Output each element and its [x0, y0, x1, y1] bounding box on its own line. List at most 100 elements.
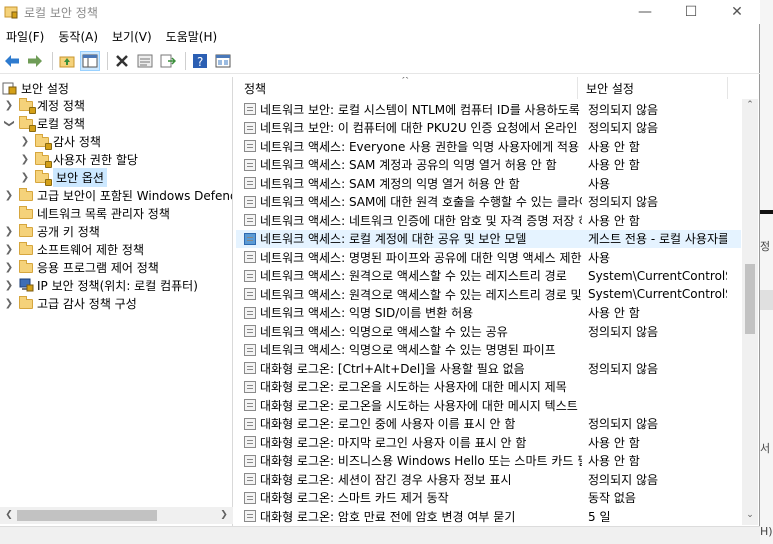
maximize-button[interactable]: ☐ — [668, 0, 714, 24]
folder-lock-icon — [34, 134, 52, 150]
chevron-right-icon[interactable]: ❯ — [4, 100, 14, 111]
table-row[interactable]: 대화형 로그온: 로그인 중에 사용자 이름 표시 안 함 정의되지 않음 — [236, 415, 741, 434]
chevron-right-icon[interactable]: ❯ — [4, 226, 14, 237]
table-row[interactable]: 대화형 로그온: 로그온을 시도하는 사용자에 대한 메시지 제목 — [236, 378, 741, 397]
folder-icon — [18, 224, 34, 238]
help-icon: ? — [193, 53, 207, 68]
table-row[interactable]: 대화형 로그온: 마지막 로그인 사용자 이름 표시 안 함 사용 안 함 — [236, 433, 741, 452]
menu-action[interactable]: 동작(A) — [52, 26, 104, 46]
chevron-right-icon[interactable]: ❯ — [20, 154, 30, 165]
policy-name: 대화형 로그온: 마지막 로그인 사용자 이름 표시 안 함 — [260, 435, 527, 450]
policy-icon — [244, 510, 256, 523]
table-row[interactable]: 네트워크 보안: 이 컴퓨터에 대한 PKU2U 인증 요청에서 온라인 ID를… — [236, 119, 741, 138]
table-row[interactable]: 네트워크 액세스: 원격으로 액세스할 수 있는 레지스트리 경로 및 하위 경… — [236, 285, 741, 304]
list-vertical-scrollbar[interactable]: ⌃ ⌄ — [742, 99, 758, 525]
policy-name: 네트워크 액세스: 익명으로 액세스할 수 있는 공유 — [260, 324, 508, 339]
tree-item-windows-defender-firewall[interactable]: ❯ 고급 보안이 포함된 Windows Defender 방화벽 — [4, 186, 232, 204]
tree-item-security-options[interactable]: ❯ 보안 옵션 — [20, 167, 107, 187]
menu-view[interactable]: 보기(V) — [106, 26, 158, 46]
policy-name: 네트워크 보안: 로컬 시스템이 NTLM에 컴퓨터 ID를 사용하도록 허용 — [260, 102, 582, 117]
table-row[interactable]: 네트워크 보안: 로컬 시스템이 NTLM에 컴퓨터 ID를 사용하도록 허용 정… — [236, 100, 741, 119]
column-header-policy[interactable]: ^ 정책 — [236, 77, 578, 99]
policy-name: 네트워크 액세스: 원격으로 액세스할 수 있는 레지스트리 경로 — [260, 269, 567, 284]
export-list-button[interactable] — [158, 51, 178, 71]
tree-item-ip-security[interactable]: ❯ IP 보안 정책(위치: 로컬 컴퓨터) — [4, 276, 198, 294]
view-button[interactable] — [213, 51, 233, 71]
chevron-down-icon[interactable]: ❯ — [4, 118, 15, 128]
chevron-right-icon[interactable]: ❯ — [20, 136, 30, 147]
tree-item-network-list-manager[interactable]: 네트워크 목록 관리자 정책 — [4, 204, 170, 222]
policy-setting: System\CurrentControlSet\Control — [588, 268, 727, 283]
folder-lock-icon — [18, 98, 36, 114]
scroll-up-icon[interactable]: ⌃ — [743, 99, 757, 112]
properties-button[interactable] — [135, 51, 155, 71]
scrollbar-thumb[interactable] — [745, 264, 755, 334]
table-row[interactable]: 네트워크 액세스: SAM 계정과 공유의 익명 열거 허용 안 함 사용 안 함 — [236, 156, 741, 175]
chevron-right-icon[interactable]: ❯ — [4, 280, 14, 291]
title-bar[interactable]: 로컬 보안 정책 — ☐ ✕ — [0, 0, 760, 24]
help-button[interactable]: ? — [190, 51, 210, 71]
table-row[interactable]: 네트워크 액세스: 익명으로 액세스할 수 있는 공유 정의되지 않음 — [236, 322, 741, 341]
tree-item-public-key-policies[interactable]: ❯ 공개 키 정책 — [4, 222, 100, 240]
scroll-left-icon[interactable]: ❮ — [2, 509, 16, 522]
tree-item-label: 공개 키 정책 — [37, 224, 100, 239]
tree-item-software-restriction[interactable]: ❯ 소프트웨어 제한 정책 — [4, 240, 144, 258]
up-folder-button[interactable] — [57, 51, 77, 71]
policy-list-pane[interactable]: ^ 정책 보안 설정 네트워크 보안: 로컬 시스템이 NTLM에 컴퓨터 ID… — [236, 77, 758, 525]
folder-lock-icon — [34, 152, 52, 168]
table-row[interactable]: 대화형 로그온: 암호 만료 전에 암호 변경 여부 묻기 5 일 — [236, 507, 741, 525]
table-row[interactable]: 네트워크 액세스: 명명된 파이프와 공유에 대한 익명 액세스 제한 사용 — [236, 248, 741, 267]
menu-file[interactable]: 파일(F) — [0, 26, 50, 46]
tree-item-account-policies[interactable]: ❯ 계정 정책 — [4, 96, 85, 114]
tree-item-local-policies[interactable]: ❯ 로컬 정책 — [4, 114, 85, 132]
tree-item-label: 감사 정책 — [53, 134, 101, 149]
ip-security-icon — [18, 278, 34, 292]
tree-item-audit-policy[interactable]: ❯ 감사 정책 — [20, 132, 101, 150]
tree-item-application-control[interactable]: ❯ 응용 프로그램 제어 정책 — [4, 258, 159, 276]
chevron-right-icon[interactable]: ❯ — [4, 298, 14, 309]
tree-item-security-settings[interactable]: 보안 설정 — [2, 79, 69, 97]
security-settings-icon — [2, 81, 18, 95]
minimize-button[interactable]: — — [622, 0, 668, 24]
tree-item-advanced-audit[interactable]: ❯ 고급 감사 정책 구성 — [4, 294, 137, 312]
delete-button[interactable] — [112, 51, 132, 71]
menu-help[interactable]: 도움말(H) — [160, 26, 224, 46]
table-row[interactable]: 네트워크 액세스: 익명으로 액세스할 수 있는 명명된 파이프 — [236, 341, 741, 360]
chevron-right-icon[interactable]: ❯ — [4, 190, 14, 201]
table-row[interactable]: 네트워크 액세스: 네트워크 인증에 대한 암호 및 자격 증명 저장 허용 안… — [236, 211, 741, 230]
tree-horizontal-scrollbar[interactable]: ❮ ❯ — [0, 507, 233, 524]
policy-name: 대화형 로그온: 비즈니스용 Windows Hello 또는 스마트 카드 필… — [260, 454, 582, 469]
toolbar-separator — [185, 51, 186, 70]
table-row[interactable]: 네트워크 액세스: Everyone 사용 권한을 익명 사용자에게 적용 사용 … — [236, 137, 741, 156]
table-row[interactable]: 네트워크 액세스: 로컬 계정에 대한 공유 및 보안 모델 게스트 전용 - 로… — [236, 229, 741, 248]
policy-icon — [244, 140, 256, 153]
forward-button[interactable] — [25, 51, 45, 71]
show-tree-button[interactable] — [80, 50, 100, 71]
scroll-down-icon[interactable]: ⌄ — [743, 509, 757, 522]
table-row[interactable]: 대화형 로그온: 로그온을 시도하는 사용자에 대한 메시지 텍스트 — [236, 396, 741, 415]
chevron-right-icon[interactable]: ❯ — [4, 244, 14, 255]
policy-setting: 5 일 — [588, 509, 611, 524]
table-row[interactable]: 대화형 로그온: [Ctrl+Alt+Del]을 사용할 필요 없음 정의되지 않… — [236, 359, 741, 378]
chevron-right-icon[interactable]: ❯ — [4, 262, 14, 273]
background-window — [760, 0, 773, 544]
table-row[interactable]: 대화형 로그온: 세션이 잠긴 경우 사용자 정보 표시 정의되지 않음 — [236, 470, 741, 489]
table-row[interactable]: 네트워크 액세스: SAM 계정의 익명 열거 허용 안 함 사용 — [236, 174, 741, 193]
policy-setting: 정의되지 않음 — [588, 324, 659, 339]
table-row[interactable]: 대화형 로그온: 비즈니스용 Windows Hello 또는 스마트 카드 필… — [236, 452, 741, 471]
policy-setting: 사용 — [588, 250, 611, 265]
chevron-right-icon[interactable]: ❯ — [20, 172, 30, 183]
tree-item-user-rights[interactable]: ❯ 사용자 권한 할당 — [20, 150, 138, 168]
column-header-setting[interactable]: 보안 설정 — [578, 77, 728, 99]
table-row[interactable]: 네트워크 액세스: 원격으로 액세스할 수 있는 레지스트리 경로 System\… — [236, 267, 741, 286]
table-row[interactable]: 대화형 로그온: 스마트 카드 제거 동작 동작 없음 — [236, 489, 741, 508]
scroll-right-icon[interactable]: ❯ — [217, 509, 231, 522]
tree-pane[interactable]: 보안 설정 ❯ 계정 정책 ❯ 로컬 정책 ❯ 감사 정책 ❯ 사용자 권한 할… — [0, 77, 233, 527]
table-row[interactable]: 네트워크 액세스: SAM에 대한 원격 호출을 수행할 수 있는 클라이언트 … — [236, 193, 741, 212]
close-button[interactable]: ✕ — [714, 0, 760, 24]
export-icon — [160, 54, 176, 67]
back-button[interactable] — [2, 51, 22, 71]
table-row[interactable]: 네트워크 액세스: 익명 SID/이름 변환 허용 사용 안 함 — [236, 304, 741, 323]
background-text: 정 — [760, 240, 771, 253]
scrollbar-thumb[interactable] — [17, 510, 157, 521]
